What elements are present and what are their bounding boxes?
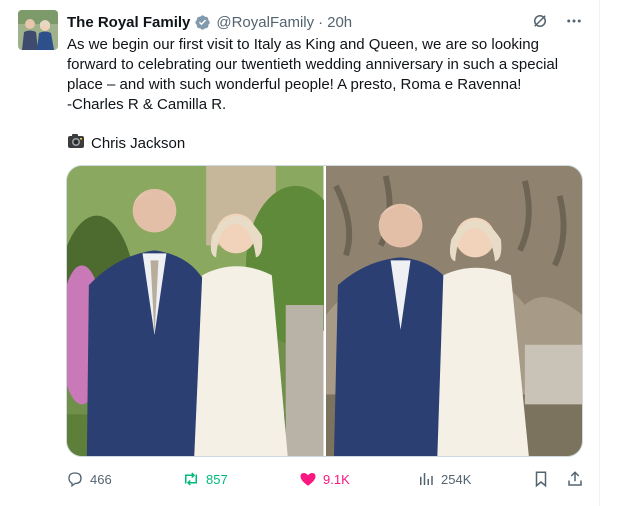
camera-icon (67, 133, 85, 155)
verified-badge-icon (194, 14, 211, 31)
photo-garden[interactable] (67, 166, 324, 456)
bookmark-icon[interactable] (532, 470, 550, 488)
separator: · (318, 13, 324, 31)
tweet-header: The Royal Family @RoyalFamily · 20h (67, 12, 352, 32)
timestamp[interactable]: 20h (327, 14, 352, 31)
reply-count: 466 (90, 471, 112, 487)
tweet-top-actions (531, 12, 583, 30)
reply-icon (66, 470, 84, 488)
like-icon (299, 470, 317, 488)
repost-button[interactable]: 857 (182, 470, 299, 488)
views-icon (417, 470, 435, 488)
share-icon[interactable] (566, 470, 584, 488)
photo-credit: Chris Jackson (67, 133, 185, 155)
credit-name: Chris Jackson (91, 135, 186, 152)
tweet-text: As we begin our first visit to Italy as … (67, 36, 559, 113)
more-icon[interactable] (565, 12, 583, 30)
author-name[interactable]: The Royal Family (67, 14, 190, 31)
photo-grotto[interactable] (325, 166, 582, 456)
views-button[interactable]: 254K (417, 470, 532, 488)
tweet-actions: 466 857 9.1K 254K (66, 470, 586, 488)
like-count: 9.1K (323, 471, 350, 487)
like-button[interactable]: 9.1K (299, 470, 417, 488)
reply-button[interactable]: 466 (66, 470, 182, 488)
repost-count: 857 (206, 471, 228, 487)
tweet-card[interactable]: The Royal Family @RoyalFamily · 20h As w… (0, 0, 600, 506)
repost-icon (182, 470, 200, 488)
tweet-secondary-actions (532, 470, 584, 488)
author-handle[interactable]: @RoyalFamily (216, 14, 314, 31)
avatar[interactable] (18, 10, 58, 50)
grok-icon[interactable] (531, 12, 549, 30)
views-count: 254K (441, 471, 472, 487)
media-grid (66, 165, 583, 457)
